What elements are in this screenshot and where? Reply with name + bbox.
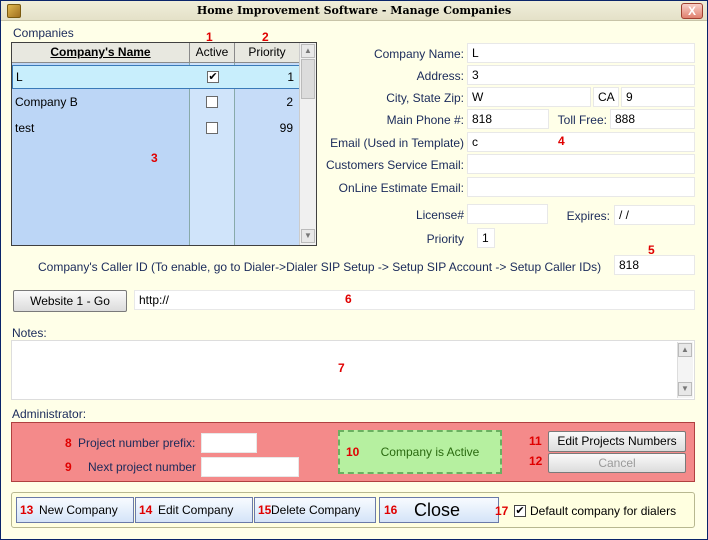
default-dialer-checkbox[interactable]: ✔ xyxy=(514,505,526,517)
email-label: Email (Used in Template) xyxy=(330,136,464,150)
marker-4: 4 xyxy=(558,134,565,148)
email-field[interactable]: c xyxy=(467,132,695,152)
close-button[interactable]: 16 Close xyxy=(379,497,499,523)
online-estimate-email-field[interactable] xyxy=(467,177,695,197)
marker-9: 9 xyxy=(65,460,72,474)
status-text: Company is Active xyxy=(380,445,480,459)
column-header-company-name[interactable]: Company's Name xyxy=(12,43,190,63)
companies-label: Companies xyxy=(13,26,74,40)
company-name-cell: test xyxy=(15,121,35,135)
table-row[interactable]: test 99 xyxy=(12,117,300,141)
license-field[interactable] xyxy=(467,204,548,224)
scroll-thumb[interactable] xyxy=(301,59,315,99)
marker-16: 16 xyxy=(384,503,398,517)
column-header-active[interactable]: Active xyxy=(190,43,235,63)
marker-14: 14 xyxy=(139,503,153,517)
window-close-button[interactable]: X xyxy=(681,3,703,19)
window-title: Home Improvement Software - Manage Compa… xyxy=(196,4,512,17)
next-project-label: Next project number xyxy=(88,460,197,474)
priority-label: Priority xyxy=(426,232,464,246)
active-checkbox[interactable] xyxy=(206,122,218,134)
company-name-label: Company Name: xyxy=(373,47,464,61)
customer-service-email-label: Customers Service Email: xyxy=(325,158,464,172)
state-field[interactable]: CA xyxy=(593,87,619,107)
edit-company-label: Edit Company xyxy=(158,503,234,517)
city-field[interactable]: W xyxy=(467,87,591,107)
address-label: Address: xyxy=(416,69,464,83)
main-phone-label: Main Phone #: xyxy=(386,113,464,127)
marker-12: 12 xyxy=(529,454,543,468)
administrator-panel: 8 Project number prefix: 9 Next project … xyxy=(11,422,695,482)
scroll-up-icon[interactable]: ▲ xyxy=(678,343,692,357)
notes-label: Notes: xyxy=(12,326,47,340)
next-project-field[interactable] xyxy=(201,457,299,477)
company-name-cell: L xyxy=(16,70,23,84)
scroll-up-icon[interactable]: ▲ xyxy=(301,44,315,58)
city-state-zip-label: City, State Zip: xyxy=(386,91,464,105)
company-name-field[interactable]: L xyxy=(467,43,695,63)
column-header-priority[interactable]: Priority xyxy=(235,43,300,63)
caller-id-label: Company's Caller ID (To enable, go to Di… xyxy=(38,260,602,274)
company-name-cell: Company B xyxy=(15,95,78,109)
expires-field[interactable]: / / xyxy=(614,205,695,225)
zip-field[interactable]: 9 xyxy=(621,87,695,107)
administrator-label: Administrator: xyxy=(12,407,87,421)
marker-7: 7 xyxy=(338,361,345,375)
priority-cell: 99 xyxy=(279,121,293,135)
company-active-status: 10 Company is Active xyxy=(338,430,502,474)
priority-cell: 2 xyxy=(286,95,293,109)
address-field[interactable]: 3 xyxy=(467,65,695,85)
notes-scrollbar[interactable]: ▲ ▼ xyxy=(677,342,693,398)
default-dialer-label: Default company for dialers xyxy=(530,504,677,518)
delete-company-button[interactable]: 15 Delete Company xyxy=(254,497,376,523)
marker-15: 15 xyxy=(258,503,272,517)
website-url-field[interactable]: http:// xyxy=(134,290,695,310)
toll-free-field[interactable]: 888 xyxy=(610,109,695,129)
marker-6: 6 xyxy=(345,292,352,306)
online-estimate-email-label: OnLine Estimate Email: xyxy=(338,181,464,195)
companies-grid[interactable]: Company's Name Active Priority L ✔ 1 Com… xyxy=(11,42,317,246)
expires-label: Expires: xyxy=(566,209,610,223)
website-go-button[interactable]: Website 1 - Go xyxy=(13,290,127,312)
priority-cell: 1 xyxy=(287,70,294,84)
priority-field[interactable]: 1 xyxy=(477,228,495,248)
close-label: Close xyxy=(414,500,461,520)
new-company-label: New Company xyxy=(39,503,118,517)
active-checkbox[interactable] xyxy=(206,96,218,108)
marker-11: 11 xyxy=(529,434,542,448)
license-label: License# xyxy=(415,208,464,222)
scroll-down-icon[interactable]: ▼ xyxy=(301,229,315,243)
new-company-button[interactable]: 13 New Company xyxy=(16,497,134,523)
table-row[interactable]: Company B 2 xyxy=(12,91,300,115)
marker-13: 13 xyxy=(20,503,34,517)
title-bar: Home Improvement Software - Manage Compa… xyxy=(1,1,707,21)
cancel-button[interactable]: Cancel xyxy=(548,453,686,473)
marker-3: 3 xyxy=(151,151,158,165)
active-checkbox[interactable]: ✔ xyxy=(207,71,219,83)
marker-8: 8 xyxy=(65,436,72,450)
marker-17: 17 xyxy=(495,504,509,518)
marker-10: 10 xyxy=(346,445,360,459)
table-row-selected[interactable]: L ✔ 1 xyxy=(12,65,300,89)
bottom-toolbar: 13 New Company 14 Edit Company 15 Delete… xyxy=(11,492,695,528)
toll-free-label: Toll Free: xyxy=(557,113,607,127)
caller-id-field[interactable]: 818 xyxy=(614,255,695,275)
edit-company-button[interactable]: 14 Edit Company xyxy=(135,497,253,523)
manage-companies-window: Home Improvement Software - Manage Compa… xyxy=(0,0,708,540)
edit-projects-numbers-button[interactable]: Edit Projects Numbers xyxy=(548,431,686,452)
project-prefix-field[interactable] xyxy=(201,433,257,453)
main-phone-field[interactable]: 818 xyxy=(467,109,549,129)
scroll-down-icon[interactable]: ▼ xyxy=(678,382,692,396)
customer-service-email-field[interactable] xyxy=(467,154,695,174)
delete-company-label: Delete Company xyxy=(271,503,361,517)
notes-textarea[interactable]: 7 ▲ ▼ xyxy=(11,340,695,400)
project-prefix-label: Project number prefix: xyxy=(78,436,196,450)
